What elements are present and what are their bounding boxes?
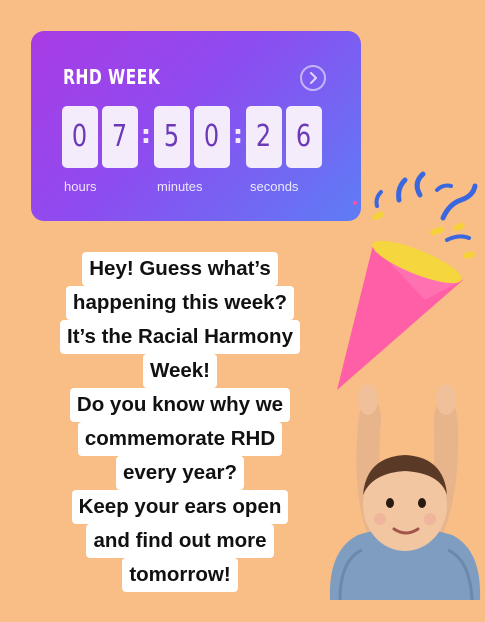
message-line: every year?	[116, 456, 244, 490]
hours-label: hours	[64, 179, 97, 194]
seconds-digit-ones: 6	[286, 106, 322, 168]
hours-minutes-separator: :	[140, 120, 152, 150]
message-line: commemorate RHD	[77, 422, 283, 456]
clapping-baby-sticker[interactable]	[300, 385, 485, 600]
countdown-title: RHD WEEK	[63, 65, 161, 89]
message-line: happening this week?	[65, 286, 295, 320]
minutes-digit-tens: 5	[154, 106, 190, 168]
party-popper-sticker[interactable]	[325, 150, 485, 400]
message-line: Week!	[142, 354, 217, 388]
seconds-digit-tens: 2	[246, 106, 282, 168]
message-line: It’s the Racial Harmony	[60, 320, 300, 354]
minutes-label: minutes	[157, 179, 203, 194]
minutes-seconds-separator: :	[232, 120, 244, 150]
chevron-right-icon[interactable]	[300, 65, 326, 91]
message-line: Do you know why we	[69, 388, 291, 422]
message-line: tomorrow!	[122, 558, 238, 592]
message-line: and find out more	[86, 524, 274, 558]
hours-digit-tens: 0	[62, 106, 98, 168]
countdown-sticker[interactable]: RHD WEEK 0 7 : 5 0 : 2 6 hours minutes s…	[31, 31, 361, 221]
minutes-digit-ones: 0	[194, 106, 230, 168]
hours-digit-ones: 7	[102, 106, 138, 168]
message-line: Keep your ears open	[71, 490, 289, 524]
seconds-label: seconds	[250, 179, 299, 194]
message-line: Hey! Guess what’s	[82, 252, 278, 286]
